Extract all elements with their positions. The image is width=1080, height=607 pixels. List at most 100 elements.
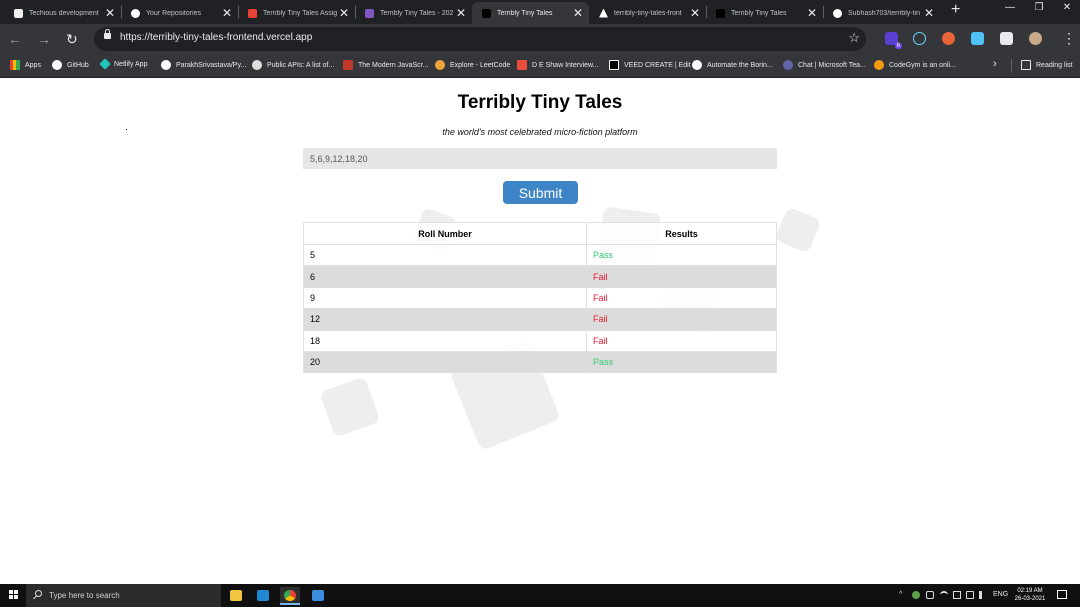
close-icon[interactable]: ✕ xyxy=(456,5,466,21)
close-icon[interactable]: ✕ xyxy=(690,5,700,21)
notification-icon[interactable] xyxy=(1057,590,1067,599)
tab-7[interactable]: Subhash703/terribly-tin ✕ xyxy=(823,2,940,24)
extension-icon[interactable] xyxy=(971,32,984,45)
wifi-icon[interactable] xyxy=(940,591,948,599)
tab-2[interactable]: Terribly Tiny Tales Assig ✕ xyxy=(238,2,355,24)
bookmark-label: Explore - LeetCode xyxy=(450,61,511,69)
address-bar[interactable]: https://terribly-tiny-tales-frontend.ver… xyxy=(94,27,866,51)
window-close-button[interactable]: ✕ xyxy=(1052,2,1080,13)
back-arrow-icon[interactable]: ← xyxy=(8,30,22,48)
vercel-icon xyxy=(482,8,491,18)
menu-kebab-icon[interactable]: ⋮ xyxy=(1062,30,1076,46)
clock-date: 26-03-2021 xyxy=(1014,596,1046,602)
new-tab-button[interactable]: + xyxy=(951,1,960,19)
forward-arrow-icon[interactable]: → xyxy=(37,30,51,48)
search-icon xyxy=(35,590,42,597)
tab-title: Terribly Tiny Tales xyxy=(497,9,553,17)
roll-numbers-input[interactable] xyxy=(303,148,777,169)
column-header-results: Results xyxy=(586,222,777,245)
windows-taskbar: Type here to search ^ ENG 02:19 AM 26-03… xyxy=(0,584,1080,607)
close-icon[interactable]: ✕ xyxy=(573,5,583,21)
page-title: Terribly Tiny Tales xyxy=(457,92,623,113)
tray-app-icon[interactable] xyxy=(926,591,934,599)
vscode-icon[interactable] xyxy=(253,587,273,605)
bookmark-star-icon[interactable]: ☆ xyxy=(848,30,860,46)
bookmark-netlify[interactable]: Netlify App xyxy=(99,58,147,70)
tab-1[interactable]: Your Repositories ✕ xyxy=(121,2,238,24)
close-icon[interactable]: ✕ xyxy=(222,5,232,21)
react-devtools-icon[interactable] xyxy=(913,32,926,45)
tray-app-icon[interactable] xyxy=(912,591,920,599)
tab-title: Subhash703/terribly-tin xyxy=(848,9,920,17)
clock-time: 02:19 AM xyxy=(1017,588,1043,594)
tab-5[interactable]: terribly-tiny-tales-front ✕ xyxy=(589,2,706,24)
reading-list[interactable]: Reading list xyxy=(1021,60,1073,70)
leetcode-icon xyxy=(435,60,445,70)
roll-number-cell: 18 xyxy=(303,329,587,352)
submit-button[interactable]: Submit xyxy=(503,181,578,204)
avatar[interactable] xyxy=(1029,32,1042,45)
tab-strip: Techious development ✕ Your Repositories… xyxy=(0,0,1080,24)
bookmark-deshaw[interactable]: D E Shaw Interview... xyxy=(517,60,599,70)
desk-icon xyxy=(517,60,527,70)
globe-icon xyxy=(252,60,262,70)
bookmarks-divider xyxy=(1011,59,1012,73)
bookmark-teams[interactable]: Chat | Microsoft Tea... xyxy=(783,60,866,70)
table-row: 18 Fail xyxy=(303,329,777,352)
bookmark-label: GitHub xyxy=(67,61,89,69)
minimize-button[interactable]: — xyxy=(995,2,1025,13)
apps-grid-icon xyxy=(10,60,20,70)
bookmark-leetcode[interactable]: Explore - LeetCode xyxy=(435,60,510,70)
vscode-insiders-icon[interactable] xyxy=(308,587,328,605)
bookmark-parakh[interactable]: ParakhSrivastava/Py... xyxy=(161,60,246,70)
bookmark-modern-js[interactable]: The Modern JavaScr... xyxy=(343,60,428,70)
extension-badge-icon[interactable]: 6 xyxy=(885,32,902,49)
tray-overflow-icon[interactable]: ^ xyxy=(899,591,902,598)
tab-title: Terribly Tiny Tales Assig xyxy=(263,9,338,17)
battery-icon[interactable] xyxy=(953,591,961,599)
table-row: 20 Pass xyxy=(303,350,777,374)
vercel-icon xyxy=(716,8,725,18)
reload-icon[interactable]: ↻ xyxy=(66,30,78,48)
windows-start-icon[interactable] xyxy=(9,590,19,600)
roll-number-cell: 6 xyxy=(303,265,587,288)
roll-number-cell: 12 xyxy=(303,308,587,331)
maximize-button[interactable]: ❐ xyxy=(1024,2,1054,13)
tab-title: terribly-tiny-tales-front xyxy=(614,9,682,17)
file-explorer-icon[interactable] xyxy=(226,587,246,605)
tab-3[interactable]: Terribly Tiny Tales - 202 ✕ xyxy=(355,2,472,24)
bookmark-automate[interactable]: Automate the Borin... xyxy=(692,60,773,70)
puzzle-icon[interactable] xyxy=(1000,32,1013,45)
tab-6[interactable]: Terribly Tiny Tales ✕ xyxy=(706,2,823,24)
bookmark-github[interactable]: GitHub xyxy=(52,60,89,70)
tab-0[interactable]: Techious development ✕ xyxy=(4,2,121,24)
close-icon[interactable]: ✕ xyxy=(105,5,115,21)
tab-4-active[interactable]: Terribly Tiny Tales ✕ xyxy=(472,2,589,24)
result-cell: Fail xyxy=(586,329,777,352)
close-icon[interactable]: ✕ xyxy=(339,5,349,21)
taskbar-clock[interactable]: 02:19 AM 26-03-2021 xyxy=(1009,587,1051,603)
chevron-right-icon[interactable]: › xyxy=(993,58,997,70)
chrome-icon[interactable] xyxy=(280,587,300,605)
table-header-row: Roll Number Results xyxy=(303,222,777,245)
decorative-square xyxy=(774,206,822,254)
taskbar-search-box[interactable]: Type here to search xyxy=(26,584,221,607)
bookmark-veed[interactable]: VEED CREATE | Edit xyxy=(609,60,691,70)
bookmark-label: D E Shaw Interview... xyxy=(532,61,599,69)
url-text[interactable]: https://terribly-tiny-tales-frontend.ver… xyxy=(120,32,312,43)
close-icon[interactable]: ✕ xyxy=(924,5,934,21)
bookmark-codegym[interactable]: CodeGym is an onli... xyxy=(874,60,956,70)
bookmark-label: Chat | Microsoft Tea... xyxy=(798,61,866,69)
bookmark-public-apis[interactable]: Public APIs: A list of... xyxy=(252,60,334,70)
tab-title: Your Repositories xyxy=(146,9,201,17)
github-icon xyxy=(692,60,702,70)
netlify-icon xyxy=(99,58,111,70)
language-indicator[interactable]: ENG xyxy=(993,591,1008,598)
close-icon[interactable]: ✕ xyxy=(807,5,817,21)
volume-icon[interactable] xyxy=(979,591,987,599)
page-subtitle: the world's most celebrated micro-fictio… xyxy=(442,127,638,137)
display-icon[interactable] xyxy=(966,591,974,599)
table-row: 6 Fail xyxy=(303,265,777,288)
bookmark-apps[interactable]: Apps xyxy=(10,60,41,70)
redux-icon[interactable] xyxy=(942,32,955,45)
